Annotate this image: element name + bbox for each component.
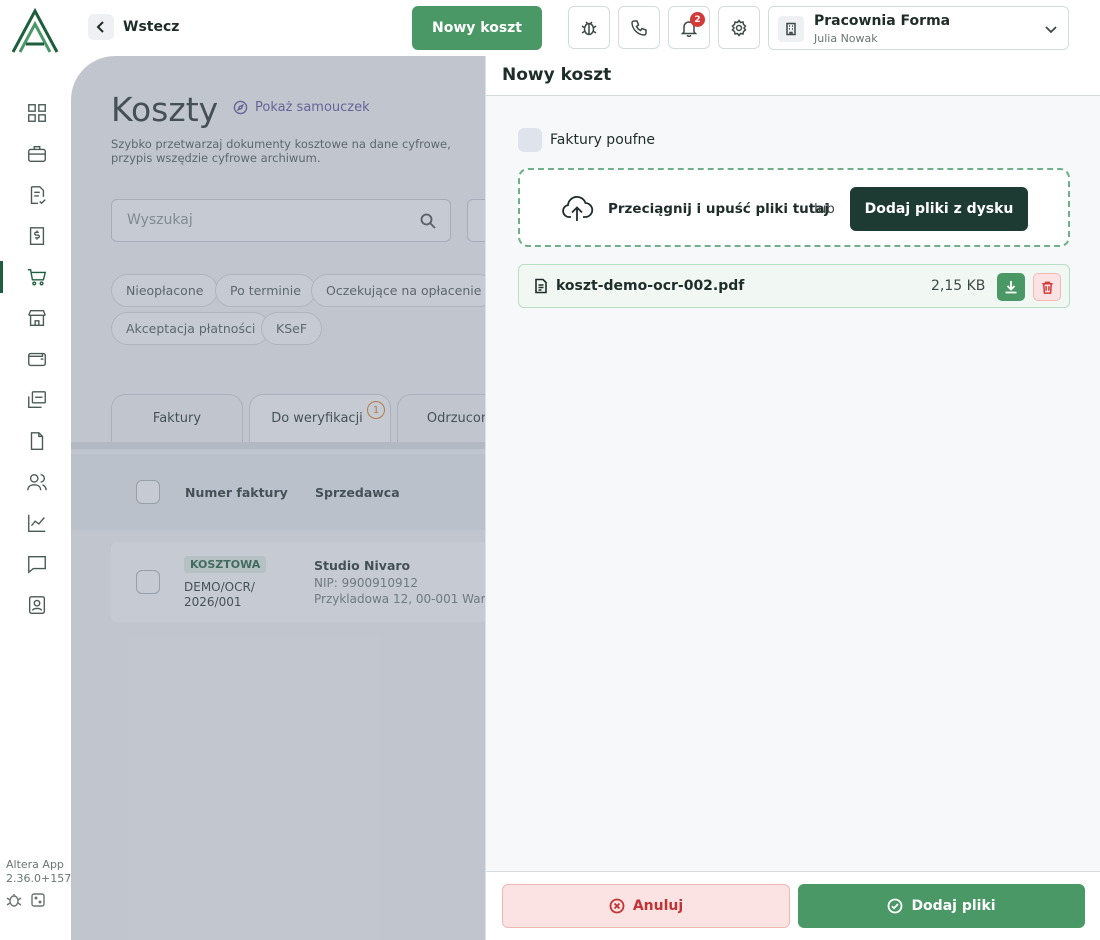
drawer-title: Nowy koszt — [502, 65, 612, 85]
file-dropzone[interactable]: Przeciągnij i upuść pliki tutaj lub Doda… — [518, 168, 1070, 247]
company-user: Julia Nowak — [814, 32, 878, 45]
confidential-checkbox[interactable] — [518, 128, 542, 152]
drawer-footer: Anuluj Dodaj pliki — [486, 871, 1100, 940]
dice-icon[interactable] — [30, 892, 46, 908]
documents-icon[interactable] — [24, 387, 50, 413]
add-files-label: Dodaj pliki — [911, 898, 996, 914]
active-nav-indicator — [0, 261, 3, 293]
download-icon — [1005, 281, 1017, 294]
version-info: Altera App 2.36.0+1574 — [6, 858, 78, 886]
store-icon[interactable] — [24, 305, 50, 331]
contact-card-icon[interactable] — [24, 592, 50, 618]
confidential-label[interactable]: Faktury poufne — [550, 132, 655, 148]
phone-button[interactable] — [618, 6, 660, 49]
invoice-dollar-icon[interactable] — [24, 223, 50, 249]
invoice-check-icon[interactable] — [24, 182, 50, 208]
notifications-badge: 2 — [690, 12, 705, 27]
app-logo[interactable] — [10, 7, 60, 54]
sidebar: Altera App 2.36.0+1574 — [0, 0, 78, 940]
add-files-button[interactable]: Dodaj pliki — [798, 884, 1085, 928]
cart-icon[interactable] — [24, 264, 50, 290]
wallet-icon[interactable] — [24, 346, 50, 372]
trash-icon — [1041, 281, 1053, 294]
document-icon — [533, 278, 549, 294]
add-files-from-disk-button[interactable]: Dodaj pliki z dysku — [850, 187, 1028, 231]
cancel-icon — [609, 898, 625, 914]
modal-backdrop[interactable] — [71, 56, 485, 940]
file-name: koszt-demo-ocr-002.pdf — [556, 278, 745, 294]
version-number: 2.36.0+1574 — [6, 872, 79, 885]
cloud-upload-icon — [560, 192, 594, 226]
download-button[interactable] — [997, 273, 1025, 301]
new-cost-button[interactable]: Nowy koszt — [412, 6, 542, 50]
analytics-icon[interactable] — [24, 510, 50, 536]
phone-icon — [631, 19, 647, 36]
cancel-button[interactable]: Anuluj — [502, 884, 790, 928]
briefcase-icon[interactable] — [24, 141, 50, 167]
delete-button[interactable] — [1033, 273, 1061, 301]
chat-icon[interactable] — [24, 551, 50, 577]
version-app: Altera App — [6, 858, 64, 871]
dashboard-icon[interactable] — [24, 100, 50, 126]
dropzone-text: Przeciągnij i upuść pliki tutaj — [608, 201, 829, 217]
new-cost-drawer: Nowy koszt Faktury poufne Przeciągnij i … — [485, 56, 1100, 940]
bug-report-button[interactable] — [568, 6, 610, 49]
back-label[interactable]: Wstecz — [123, 19, 179, 35]
gear-icon — [731, 18, 747, 37]
file-size: 2,15 KB — [931, 278, 986, 294]
chevron-down-icon — [1044, 21, 1058, 35]
company-switcher[interactable]: Pracownia Forma Julia Nowak — [768, 6, 1069, 50]
dropzone-or: lub — [814, 201, 835, 217]
users-icon[interactable] — [24, 469, 50, 495]
notifications-button[interactable]: 2 — [668, 6, 710, 49]
settings-button[interactable] — [718, 6, 760, 49]
uploaded-file: koszt-demo-ocr-002.pdf 2,15 KB — [518, 264, 1070, 308]
bug-report-icon[interactable] — [6, 892, 22, 908]
company-name: Pracownia Forma — [814, 13, 951, 29]
back-button[interactable] — [88, 14, 114, 40]
bug-icon — [581, 20, 597, 35]
cancel-label: Anuluj — [632, 898, 684, 914]
drawer-header: Nowy koszt — [486, 56, 1100, 96]
check-circle-icon — [888, 898, 903, 914]
building-icon — [778, 16, 804, 42]
file-icon[interactable] — [24, 428, 50, 454]
